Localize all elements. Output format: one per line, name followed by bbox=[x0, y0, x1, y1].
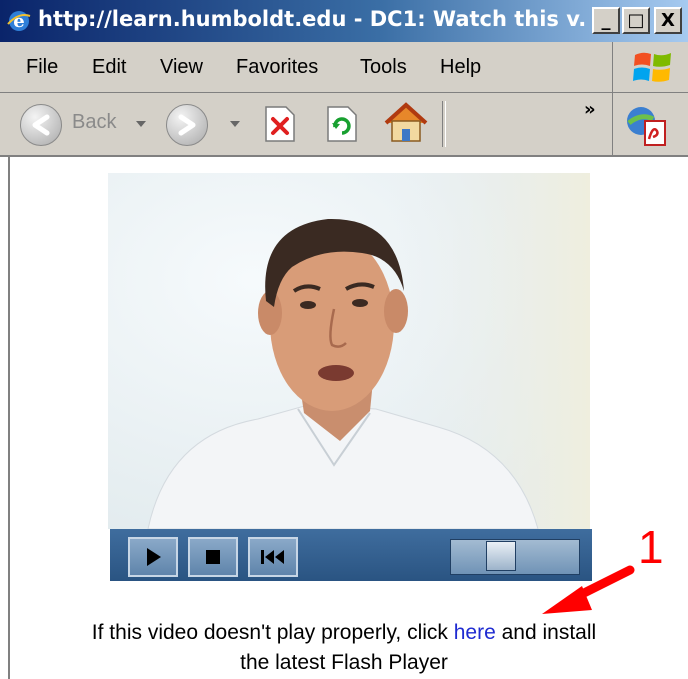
rewind-icon bbox=[261, 550, 284, 564]
play-button[interactable] bbox=[128, 537, 178, 577]
toolbar-extension-area bbox=[612, 93, 688, 155]
forward-arrow-icon bbox=[178, 114, 196, 136]
video-frame[interactable] bbox=[108, 173, 590, 529]
close-button[interactable]: X bbox=[654, 7, 682, 34]
minimize-button[interactable]: _ bbox=[592, 7, 620, 34]
toolbar: Back » bbox=[0, 93, 688, 157]
back-arrow-icon bbox=[32, 114, 50, 136]
flash-help-caption: If this video doesn't play properly, cli… bbox=[0, 618, 688, 678]
pdf-convert-icon[interactable] bbox=[623, 103, 673, 147]
caption-text-end: and install bbox=[495, 621, 597, 644]
caption-text-start: If this video doesn't play properly, cli… bbox=[91, 621, 454, 644]
menu-view[interactable]: View bbox=[160, 56, 203, 79]
title-bar: e http://learn.humboldt.edu - DC1: Watch… bbox=[0, 0, 688, 42]
toolbar-separator bbox=[442, 101, 446, 147]
menu-favorites[interactable]: Favorites bbox=[236, 56, 318, 79]
forward-button[interactable] bbox=[166, 104, 208, 146]
presenter-video-still bbox=[108, 173, 590, 529]
throbber bbox=[612, 42, 688, 92]
menu-tools[interactable]: Tools bbox=[360, 56, 407, 79]
stop-square-icon bbox=[206, 550, 220, 564]
stop-icon[interactable] bbox=[262, 105, 298, 143]
rewind-button[interactable] bbox=[248, 537, 298, 577]
refresh-icon[interactable] bbox=[324, 105, 360, 143]
menu-help[interactable]: Help bbox=[440, 56, 481, 79]
play-icon bbox=[147, 548, 161, 566]
maximize-button[interactable]: □ bbox=[622, 7, 650, 34]
menu-edit[interactable]: Edit bbox=[92, 56, 126, 79]
annotation-number: 1 bbox=[638, 521, 664, 573]
back-history-dropdown-icon[interactable] bbox=[136, 121, 146, 127]
back-button[interactable] bbox=[20, 104, 62, 146]
internet-explorer-icon: e bbox=[7, 11, 31, 32]
windows-flag-icon bbox=[633, 52, 671, 82]
menu-bar: File Edit View Favorites Tools Help bbox=[0, 42, 688, 93]
forward-history-dropdown-icon[interactable] bbox=[230, 121, 240, 127]
seek-slider-handle[interactable] bbox=[486, 541, 516, 571]
caption-text-line2: the latest Flash Player bbox=[240, 651, 448, 674]
stop-playback-button[interactable] bbox=[188, 537, 238, 577]
video-player-controls bbox=[110, 529, 592, 581]
home-icon[interactable] bbox=[382, 101, 430, 145]
red-arrow-annotation bbox=[542, 565, 635, 614]
window-title: http://learn.humboldt.edu - DC1: Watch t… bbox=[38, 7, 586, 31]
back-label[interactable]: Back bbox=[72, 111, 116, 134]
menu-file[interactable]: File bbox=[26, 56, 58, 79]
flash-player-link[interactable]: here bbox=[454, 621, 496, 644]
toolbar-overflow-chevron[interactable]: » bbox=[584, 99, 596, 120]
